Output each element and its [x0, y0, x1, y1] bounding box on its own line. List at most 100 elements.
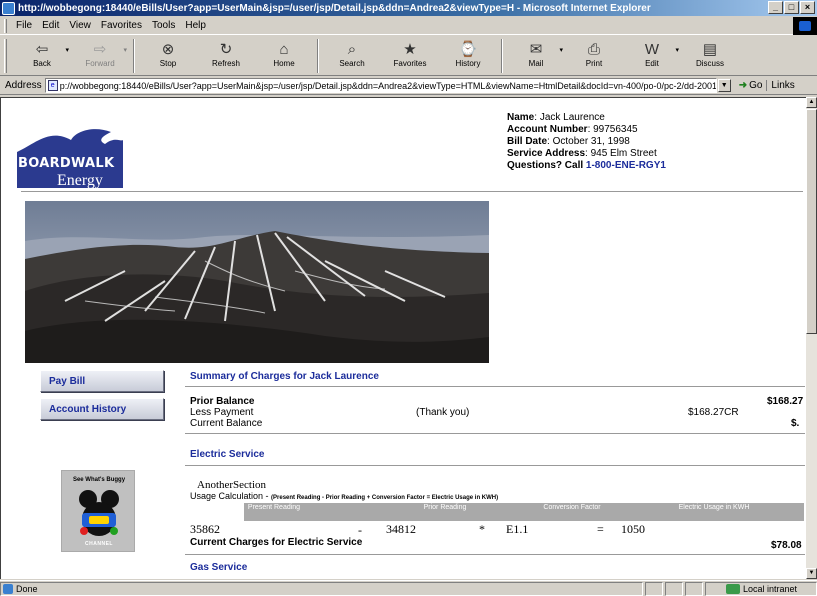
toolbar-edit-label: Edit — [645, 59, 659, 68]
stop-icon: ⊗ — [161, 41, 175, 58]
toolbar-stop-label: Stop — [159, 59, 177, 68]
toolbar-mail-button[interactable]: ✉ Mail ▾ — [507, 36, 565, 74]
customer-name: Jack Laurence — [539, 112, 605, 123]
menu-edit[interactable]: Edit — [37, 20, 64, 31]
electric-usage-value: 1050 — [621, 522, 645, 536]
phone-link[interactable]: 1-800-ENE-RGY1 — [586, 160, 666, 171]
discuss-icon: ▤ — [702, 41, 718, 58]
toolbar-stop-button[interactable]: ⊗ Stop — [139, 36, 197, 74]
summary-bottom-divider — [185, 433, 805, 434]
window-title: http://wobbegong:18440/eBills/User?app=U… — [18, 2, 651, 14]
close-button[interactable]: × — [800, 1, 815, 14]
prior-balance-amount: $168.27 — [767, 396, 804, 407]
address-input[interactable]: e p://wobbegong:18440/eBills/User?app=Us… — [44, 78, 717, 93]
status-bar: Done Local intranet — [0, 580, 817, 596]
boardwalk-energy-logo[interactable]: BOARDWALK Energy — [15, 126, 125, 190]
menu-grip[interactable] — [4, 18, 7, 33]
menu-favorites[interactable]: Favorites — [96, 20, 147, 31]
service-address: 945 Elm Street — [590, 148, 657, 159]
address-dropdown-button[interactable]: ▼ — [717, 79, 731, 92]
refresh-icon: ↻ — [219, 41, 233, 58]
service-address-label: Service Address — [507, 148, 586, 159]
equals-sign: = — [597, 522, 604, 536]
ie-icon — [2, 1, 15, 15]
page-icon: e — [47, 80, 58, 91]
toolbar-history-button[interactable]: ⌚ History — [439, 36, 497, 74]
customer-info: Name: Jack Laurence Account Number: 9975… — [507, 112, 666, 171]
toolbar-print-label: Print — [585, 59, 603, 68]
prior-balance-label: Prior Balance — [190, 396, 255, 407]
menu-tools[interactable]: Tools — [147, 20, 180, 31]
current-balance-amount: $. — [791, 418, 800, 429]
header-prior-reading: Prior Reading — [423, 504, 467, 511]
electric-service-title: Electric Service — [190, 449, 265, 460]
go-label: Go — [749, 80, 763, 91]
present-reading-value: 35862 — [190, 522, 220, 536]
scroll-up-button[interactable]: ▲ — [806, 97, 817, 108]
electric-bottom-divider — [185, 554, 805, 555]
restore-button[interactable]: □ — [784, 1, 799, 14]
chevron-down-icon[interactable]: ▾ — [675, 46, 679, 54]
account-history-button[interactable]: Account History — [40, 398, 164, 420]
header-divider — [21, 191, 803, 192]
scroll-thumb[interactable] — [806, 109, 817, 334]
header-electric-usage: Electric Usage in KWH — [678, 504, 750, 511]
intranet-zone-icon — [726, 583, 740, 594]
menu-help[interactable]: Help — [180, 20, 211, 31]
toolbar-separator — [317, 39, 319, 73]
toolbar-print-button[interactable]: ⎙ Print — [565, 36, 623, 74]
security-zone[interactable]: Local intranet — [705, 581, 817, 596]
logo-text-boardwalk: BOARDWALK — [18, 156, 115, 171]
minus-sign: - — [358, 523, 362, 537]
disney-channel-ad[interactable]: See What's Buggy CHANNEL — [61, 470, 135, 552]
toolbar-search-button[interactable]: ⌕ Search — [323, 36, 381, 74]
pay-bill-button[interactable]: Pay Bill — [40, 370, 164, 392]
status-text: Done — [16, 583, 38, 594]
standard-toolbar: ⇦ Back ▾ ⇨ Forward ▾ ⊗ Stop ↻ Refresh ⌂ Home ⌕ Search… — [0, 36, 817, 76]
history-icon: ⌚ — [458, 41, 478, 58]
bill-date: October 31, 1998 — [552, 136, 630, 147]
page-done-icon — [3, 583, 13, 594]
toolbar-forward-button[interactable]: ⇨ Forward ▾ — [71, 36, 129, 74]
usage-formula: (Present Reading - Prior Reading + Conve… — [271, 495, 499, 501]
print-icon: ⎙ — [587, 40, 600, 58]
menu-file[interactable]: File — [11, 20, 37, 31]
less-payment-label: Less Payment — [190, 407, 254, 418]
address-label: Address — [5, 80, 42, 91]
chevron-down-icon[interactable]: ▾ — [123, 46, 127, 54]
toolbar-edit-button[interactable]: W Edit ▾ — [623, 36, 681, 74]
status-cell-1 — [645, 581, 663, 596]
chevron-down-icon[interactable]: ▾ — [65, 46, 69, 54]
logo-text-energy: Energy — [57, 172, 103, 189]
links-button[interactable]: Links — [766, 80, 795, 91]
go-arrow-icon: ➜ — [738, 80, 748, 91]
ski-mountain-photo — [25, 201, 489, 363]
toolbar-home-label: Home — [273, 59, 295, 68]
mail-icon: ✉ — [529, 41, 543, 58]
toolbar-discuss-button[interactable]: ▤ Discuss — [681, 36, 739, 74]
payment-amount: $168.27CR — [688, 407, 739, 418]
summary-divider — [185, 386, 805, 387]
minimize-button[interactable]: _ — [768, 1, 783, 14]
toolbar-favorites-button[interactable]: ★ Favorites — [381, 36, 439, 74]
address-url: p://wobbegong:18440/eBills/User?app=User… — [59, 80, 717, 91]
toolbar-home-button[interactable]: ⌂ Home — [255, 36, 313, 74]
window-titlebar[interactable]: http://wobbegong:18440/eBills/User?app=U… — [0, 0, 817, 16]
toolbar-back-button[interactable]: ⇦ Back ▾ — [13, 36, 71, 74]
menu-bar: File Edit View Favorites Tools Help — [0, 17, 817, 35]
vertical-scrollbar[interactable]: ▲ ▼ — [806, 97, 817, 579]
go-button[interactable]: ➜ Go — [731, 80, 767, 91]
usage-calculation-label: Usage Calculation - (Present Reading - P… — [190, 491, 498, 501]
questions-label: Questions? Call — [507, 160, 584, 171]
scroll-down-button[interactable]: ▼ — [806, 568, 817, 579]
menu-view[interactable]: View — [64, 20, 96, 31]
status-cell-3 — [685, 581, 703, 596]
toolbar-refresh-button[interactable]: ↻ Refresh — [197, 36, 255, 74]
summary-title: Summary of Charges for Jack Laurence — [190, 371, 379, 382]
header-present-reading: Present Reading — [247, 504, 301, 511]
toolbar-grip[interactable] — [4, 39, 7, 73]
another-section-text: AnotherSection — [197, 479, 267, 491]
forward-icon: ⇨ — [93, 41, 107, 58]
chevron-down-icon[interactable]: ▾ — [559, 46, 563, 54]
times-sign: * — [479, 522, 485, 536]
